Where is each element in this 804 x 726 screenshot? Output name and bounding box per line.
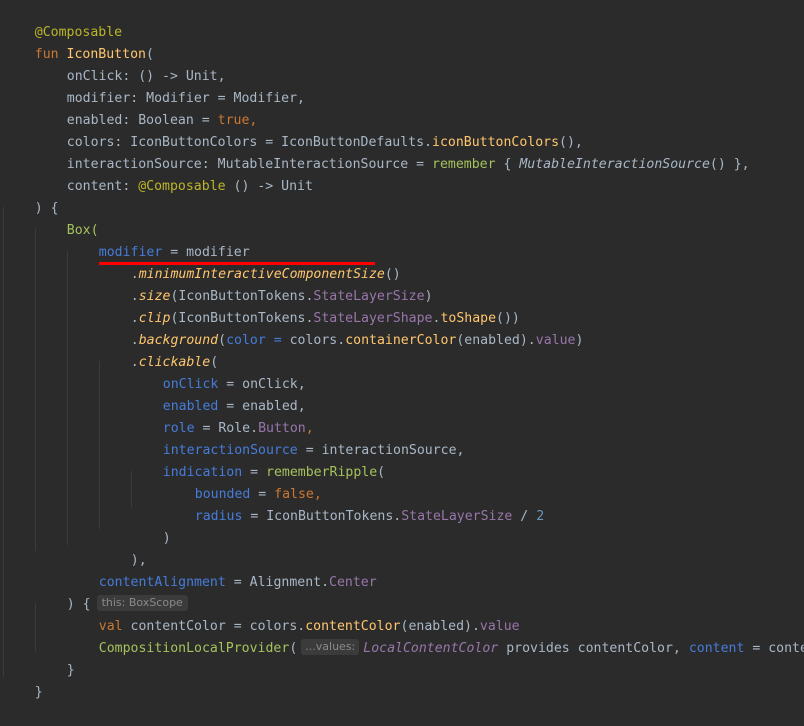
code-text: = Alignment. [225,575,330,590]
code-line[interactable]: enabled = enabled, [131,374,306,414]
code-line[interactable]: onClick = onClick, [131,352,306,392]
named-arg-token: color [226,333,266,348]
code-text: : [122,179,139,194]
code-line[interactable]: } [3,660,43,700]
code-line[interactable]: .size(IconButtonTokens.StateLayerSize) [99,264,433,304]
function-call-token: containerColor [345,333,457,348]
param-name-token: content [66,179,123,194]
function-call-token: remember [432,157,496,172]
punct-token: } [34,685,43,700]
code-text: = IconButtonTokens. [242,509,402,524]
code-line[interactable]: fun IconButton( [3,22,154,62]
code-line[interactable]: CompositionLocalProvider(...values: Local… [67,616,804,656]
property-token: value [535,333,576,348]
code-line[interactable]: interactionSource: MutableInteractionSou… [35,132,750,172]
property-token: StateLayerSize [401,509,513,524]
code-line[interactable]: ) [131,506,171,546]
code-text: (enabled). [456,333,536,348]
code-text: provides contentColor, [498,641,689,656]
punct-token: } [66,663,75,678]
named-arg-token: content [688,641,745,656]
property-token: Center [329,575,377,590]
punct-token: ( [289,641,298,656]
named-arg-token: radius [194,509,243,524]
code-line[interactable]: ) { [3,176,59,216]
code-line[interactable]: .background(color = colors.containerColo… [99,308,584,348]
code-line[interactable]: modifier = modifier [67,220,250,260]
code-line[interactable]: Box( [35,198,99,238]
code-text: = content) [752,641,804,656]
punct-token: ( [377,465,386,480]
code-line[interactable]: role = Role.Button, [131,396,314,436]
indent-guide [67,251,68,545]
code-line[interactable]: radius = IconButtonTokens.StateLayerSize… [163,484,544,524]
code-text: colors. [289,333,346,348]
code-line[interactable]: .minimumInteractiveComponentSize() [99,242,401,282]
code-editor[interactable]: @Composable fun IconButton( onClick: () … [0,0,804,700]
code-line[interactable]: onClick: () -> Unit, [35,44,226,84]
code-line[interactable]: val contentColor = colors.contentColor(e… [67,594,520,634]
composable-call-token: CompositionLocalProvider [98,641,290,656]
code-text: / [512,509,537,524]
annotation-token: @Composable [138,179,226,194]
code-line[interactable]: content: @Composable () -> Unit [35,154,313,194]
code-line[interactable]: modifier: Modifier = Modifier, [35,66,305,106]
code-text: () }, [709,157,750,172]
code-text: () -> Unit [225,179,313,194]
property-token: LocalContentColor [363,641,499,656]
code-line[interactable]: ), [99,528,147,568]
constructor-call-token: MutableInteractionSource [519,157,710,172]
punct-token: ) [162,531,171,546]
code-line[interactable]: contentAlignment = Alignment.Center [67,550,377,590]
inlay-hint: ...values: [301,639,360,655]
code-line[interactable]: enabled: Boolean = true, [35,88,258,128]
code-line[interactable]: } [35,638,75,678]
indent-guide [35,229,36,551]
code-line[interactable]: interactionSource = interactionSource, [131,418,465,458]
code-line[interactable]: @Composable [3,0,122,40]
code-line[interactable]: colors: IconButtonColors = IconButtonDef… [35,110,583,150]
indent-guide [3,207,4,677]
code-line[interactable]: indication = rememberRipple( [131,440,385,480]
code-text: = [265,333,290,348]
punct-token: ( [218,333,227,348]
code-line[interactable]: .clip(IconButtonTokens.StateLayerShape.t… [99,286,520,326]
number-literal-token: 2 [536,509,545,524]
code-line[interactable]: .clickable( [99,330,218,370]
punct-token: ) [575,333,584,348]
code-line[interactable]: bounded = false, [163,462,322,502]
code-text: { [495,157,520,172]
code-line[interactable]: ) {this: BoxScope [35,572,188,612]
